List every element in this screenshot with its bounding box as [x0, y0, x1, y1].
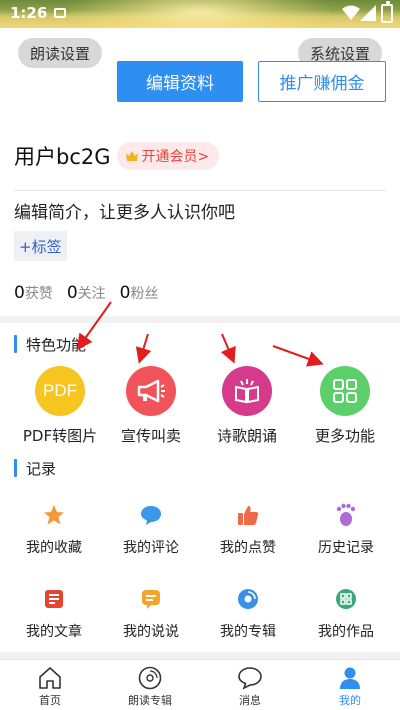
works-icon — [334, 587, 358, 611]
star-icon — [42, 503, 66, 527]
comment-icon — [139, 503, 163, 527]
arrow-to-promo — [135, 333, 152, 364]
record-articles[interactable]: 我的文章 — [4, 587, 104, 641]
section-separator — [0, 316, 400, 323]
bottom-tab-bar: 首页 朗读专辑 消息 我的 — [0, 659, 400, 710]
article-icon — [42, 587, 66, 611]
record-works[interactable]: 我的作品 — [296, 587, 396, 641]
record-comments[interactable]: 我的评论 — [101, 503, 201, 557]
add-tag-button[interactable]: +标签 — [14, 231, 67, 261]
feature-poetry[interactable]: 诗歌朗诵 — [197, 366, 297, 446]
feature-pdf[interactable]: PDF PDF转图片 — [10, 366, 110, 446]
section-separator-bottom — [0, 652, 400, 659]
status-bar: 1:26 — [0, 0, 400, 28]
crown-icon — [125, 151, 138, 161]
stat-likes[interactable]: 0获赞 — [14, 283, 53, 303]
edit-profile-button[interactable]: 编辑资料 — [117, 61, 243, 102]
features-heading: 特色功能 — [14, 334, 86, 354]
poem-book-icon — [222, 366, 272, 416]
username: 用户bc2G — [14, 145, 111, 169]
notification-icon — [54, 8, 66, 18]
footprint-icon — [334, 503, 358, 527]
record-likes[interactable]: 我的点赞 — [198, 503, 298, 557]
grid-apps-icon — [320, 366, 370, 416]
tab-home[interactable]: 首页 — [0, 666, 100, 708]
stats-row: 0获赞 0关注 0粉丝 — [14, 283, 158, 303]
reading-settings-button[interactable]: 朗读设置 — [18, 38, 103, 68]
vip-badge[interactable]: 开通会员> — [116, 142, 220, 170]
album-icon — [236, 587, 260, 611]
record-posts[interactable]: 我的说说 — [101, 587, 201, 641]
vinyl-album-icon — [138, 666, 162, 690]
record-favorites[interactable]: 我的收藏 — [4, 503, 104, 557]
person-icon — [340, 667, 360, 689]
record-history[interactable]: 历史记录 — [296, 503, 396, 557]
pdf-icon: PDF — [35, 366, 85, 416]
home-icon — [39, 667, 61, 689]
battery-icon — [381, 1, 393, 23]
chat-bubble-icon — [238, 667, 262, 690]
signal-icon — [360, 5, 376, 21]
stat-following[interactable]: 0关注 — [67, 283, 106, 303]
feature-promo[interactable]: 宣传叫卖 — [101, 366, 201, 446]
thumbs-up-icon — [236, 503, 260, 527]
vip-label: 开通会员> — [141, 149, 210, 165]
tab-reading-albums[interactable]: 朗读专辑 — [100, 666, 200, 708]
stat-fans[interactable]: 0粉丝 — [120, 283, 159, 303]
records-heading: 记录 — [14, 458, 56, 478]
arrow-to-more — [272, 345, 324, 367]
tab-me[interactable]: 我的 — [300, 666, 400, 708]
feature-more[interactable]: 更多功能 — [295, 366, 395, 446]
megaphone-icon — [126, 366, 176, 416]
record-albums[interactable]: 我的专辑 — [198, 587, 298, 641]
promote-earn-button[interactable]: 推广赚佣金 — [258, 61, 386, 102]
divider — [14, 190, 386, 191]
talk-icon — [139, 587, 163, 611]
status-time: 1:26 — [10, 4, 48, 22]
wifi-icon — [342, 5, 360, 20]
arrow-to-poetry — [220, 333, 236, 364]
user-row: 用户bc2G 开通会员> — [14, 139, 220, 173]
tab-messages[interactable]: 消息 — [200, 666, 300, 708]
bio-prompt[interactable]: 编辑简介，让更多人认识你吧 — [14, 198, 235, 223]
